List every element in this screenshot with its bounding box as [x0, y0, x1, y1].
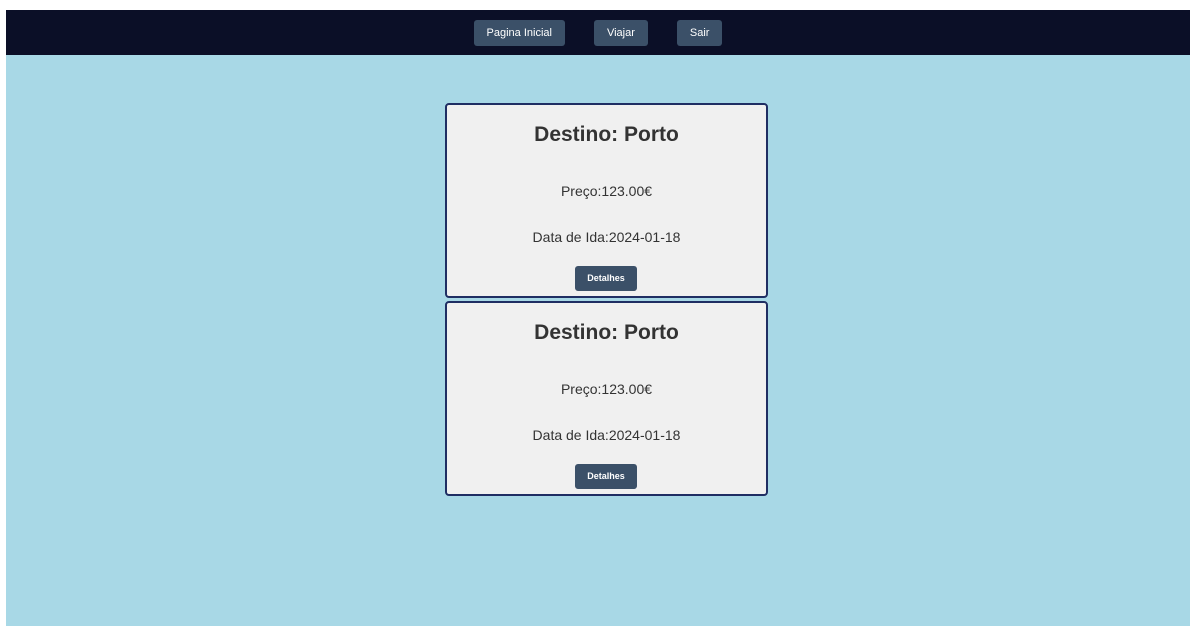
trip-card: Destino: Porto Preço:123.00€ Data de Ida… — [445, 301, 768, 496]
trip-card-list: Destino: Porto Preço:123.00€ Data de Ida… — [445, 103, 768, 499]
trip-price: Preço:123.00€ — [560, 381, 653, 397]
nav-home-button[interactable]: Pagina Inicial — [473, 20, 565, 46]
trip-card: Destino: Porto Preço:123.00€ Data de Ida… — [445, 103, 768, 298]
app-frame: Pagina Inicial Viajar Sair Destino: Port… — [6, 10, 1190, 626]
nav-logout-button[interactable]: Sair — [676, 20, 723, 46]
trip-details-button[interactable]: Detalhes — [575, 464, 637, 489]
nav-travel-button[interactable]: Viajar — [593, 20, 648, 46]
trip-departure-date: Data de Ida:2024-01-18 — [532, 427, 681, 443]
top-navbar: Pagina Inicial Viajar Sair — [6, 10, 1190, 55]
trip-destination: Destino: Porto — [534, 123, 679, 146]
trip-price: Preço:123.00€ — [560, 183, 653, 199]
trip-destination: Destino: Porto — [534, 321, 679, 344]
trip-details-button[interactable]: Detalhes — [575, 266, 637, 291]
trip-departure-date: Data de Ida:2024-01-18 — [532, 229, 681, 245]
